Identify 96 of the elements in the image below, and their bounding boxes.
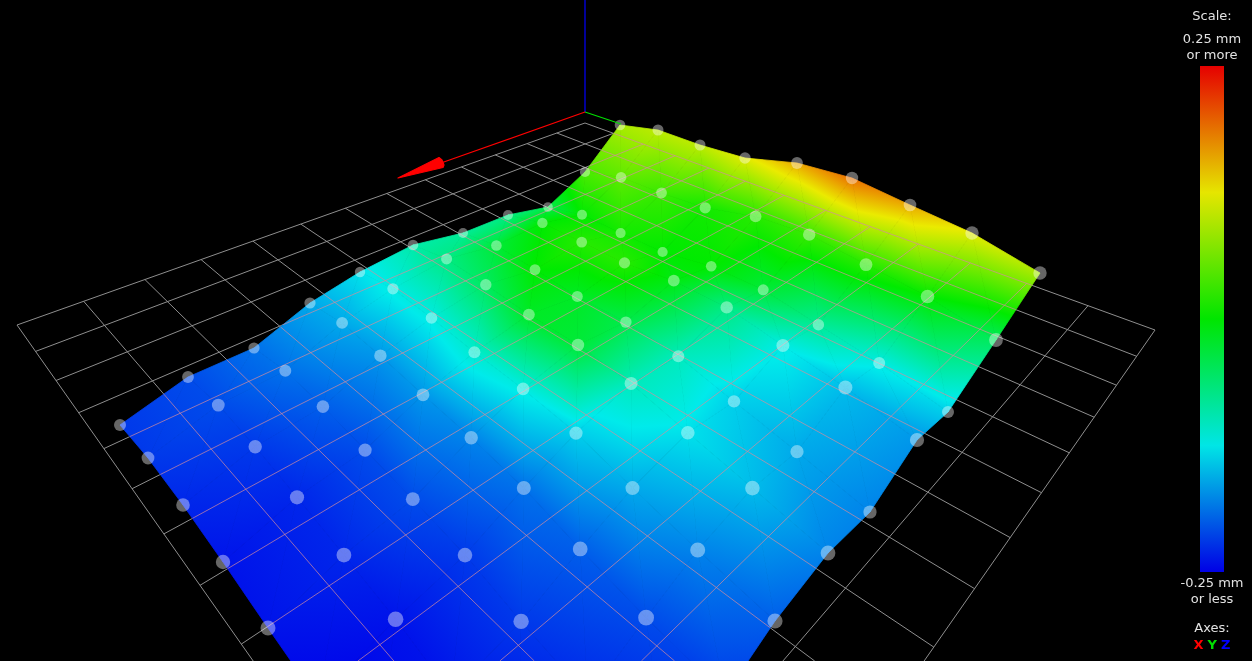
probe-point xyxy=(529,264,541,275)
axis-label: Z xyxy=(1221,636,1231,653)
probe-point xyxy=(863,505,877,519)
probe-point xyxy=(625,481,640,496)
probe-point xyxy=(657,246,668,258)
probe-point xyxy=(820,545,836,561)
probe-point xyxy=(464,431,478,445)
scale-min-label: -0.25 mm or less xyxy=(1179,575,1245,607)
probe-point xyxy=(727,395,741,408)
probe-point xyxy=(289,490,305,505)
probe-point xyxy=(387,283,399,295)
probe-point xyxy=(457,547,473,563)
probe-point xyxy=(845,171,859,185)
probe-point xyxy=(114,419,126,431)
probe-point xyxy=(407,239,419,251)
probe-point xyxy=(873,356,886,369)
probe-point xyxy=(838,380,853,395)
probe-point xyxy=(667,274,680,287)
probe-point xyxy=(441,253,453,265)
probe-point xyxy=(523,308,535,321)
probe-point xyxy=(579,166,591,178)
probe-point xyxy=(757,284,769,296)
probe-point xyxy=(745,480,760,496)
probe-point xyxy=(1033,266,1047,280)
probe-point xyxy=(859,258,873,271)
probe-point xyxy=(571,338,585,352)
probe-point xyxy=(576,236,588,248)
probe-point xyxy=(615,172,627,183)
probe-point xyxy=(614,119,626,131)
probe-point xyxy=(537,217,548,229)
probe-point xyxy=(248,440,262,454)
probe-point xyxy=(405,492,420,507)
probe-point xyxy=(354,266,366,278)
probe-point xyxy=(812,319,825,331)
probe-point xyxy=(571,290,583,302)
probe-point xyxy=(909,432,925,448)
scale-title: Scale: xyxy=(1192,7,1232,24)
probe-point xyxy=(480,279,492,291)
probe-point xyxy=(903,198,917,212)
probe-point xyxy=(336,317,348,329)
probe-point xyxy=(491,240,502,251)
probe-point xyxy=(803,228,816,241)
probe-point xyxy=(374,349,387,362)
probe-point xyxy=(260,620,276,636)
probe-point xyxy=(182,371,194,383)
probe-point xyxy=(316,400,330,413)
probe-point xyxy=(416,388,430,402)
probe-point xyxy=(211,398,225,412)
probe-point xyxy=(503,210,513,220)
probe-point xyxy=(513,613,529,630)
probe-point xyxy=(618,257,631,269)
axis-label: Y xyxy=(1207,636,1217,653)
probe-point xyxy=(387,611,404,628)
probe-point xyxy=(791,157,803,169)
probe-point xyxy=(577,209,587,220)
probe-point xyxy=(672,350,685,363)
probe-point xyxy=(690,542,706,558)
probe-point xyxy=(572,541,588,557)
scale-max-label: 0.25 mm or more xyxy=(1181,31,1243,63)
probe-point xyxy=(942,406,954,418)
probe-point xyxy=(638,609,654,626)
probe-point xyxy=(358,443,372,457)
probe-point xyxy=(516,382,530,396)
probe-point xyxy=(624,376,638,390)
probe-point xyxy=(458,228,468,238)
probe-point xyxy=(965,226,979,240)
probe-point xyxy=(776,338,790,352)
axes-title: Axes: xyxy=(1194,619,1230,636)
probe-point xyxy=(989,333,1003,347)
probe-point xyxy=(543,202,553,212)
probe-point xyxy=(652,124,664,136)
probe-point xyxy=(248,342,260,354)
probe-point xyxy=(176,498,190,512)
probe-point xyxy=(425,312,438,324)
probe-point xyxy=(749,210,762,223)
probe-point xyxy=(920,289,935,304)
probe-point xyxy=(767,613,783,629)
probe-point xyxy=(468,346,481,359)
probe-point xyxy=(720,301,733,314)
probe-point xyxy=(699,202,711,214)
probe-point xyxy=(569,426,583,440)
axis-label: X xyxy=(1193,636,1204,653)
probe-point xyxy=(739,152,751,164)
probe-point xyxy=(681,426,695,440)
probe-point xyxy=(790,445,804,459)
probe-point xyxy=(620,316,632,328)
probe-point xyxy=(516,481,531,495)
probe-point xyxy=(705,261,717,272)
probe-point xyxy=(336,547,352,563)
probe-point xyxy=(279,364,292,377)
probe-point xyxy=(141,451,155,465)
probe-point xyxy=(656,187,667,199)
probe-point xyxy=(215,554,231,570)
probe-point xyxy=(694,139,706,151)
probe-point xyxy=(615,228,626,239)
probe-point xyxy=(304,297,316,309)
